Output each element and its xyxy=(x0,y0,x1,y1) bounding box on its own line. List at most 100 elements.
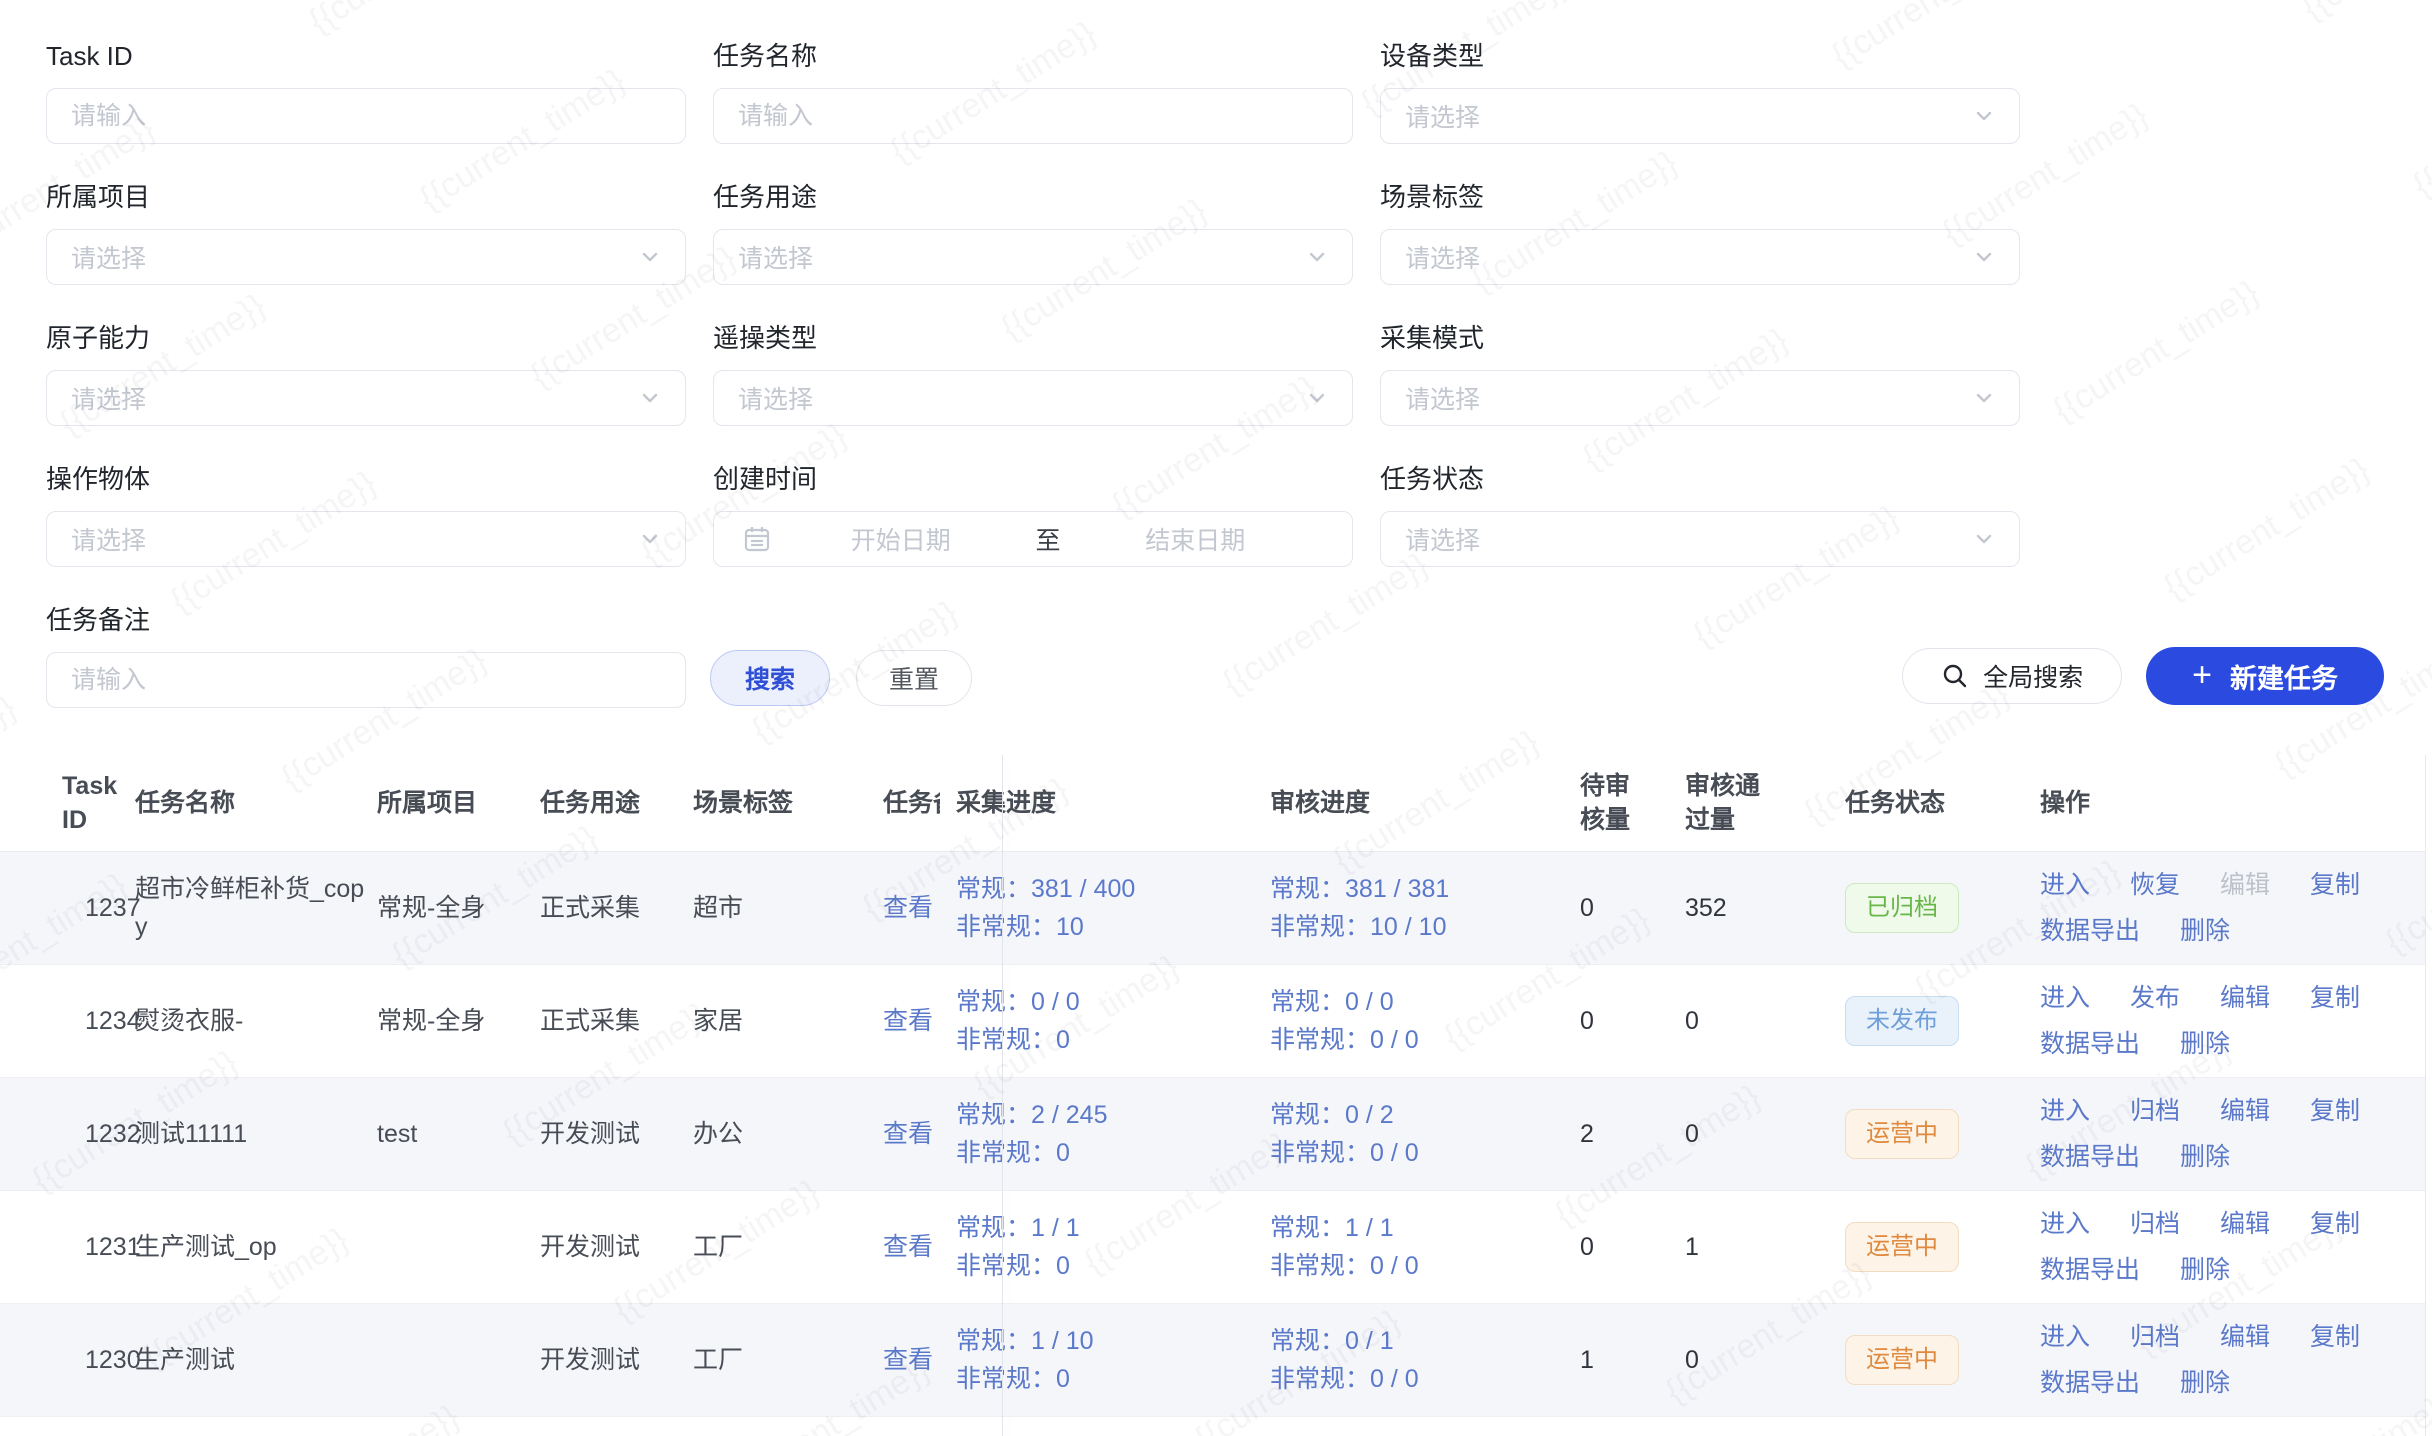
task-status-label: 任务状态 xyxy=(1380,463,2020,495)
atomic-ability-select[interactable]: 请选择 xyxy=(46,370,686,426)
action-delete[interactable]: 删除 xyxy=(2180,912,2230,950)
field-task-remark: 任务备注 xyxy=(46,604,686,708)
action-delete[interactable]: 删除 xyxy=(2180,1251,2230,1289)
cell-task-id: 1237 xyxy=(0,875,135,941)
chevron-down-icon xyxy=(1306,387,1328,409)
regular-label: 常规： xyxy=(956,1327,1031,1355)
field-task-status: 任务状态 请选择 xyxy=(1380,463,2020,567)
create-task-button[interactable]: + 新建任务 xyxy=(2146,647,2384,705)
start-date-input[interactable]: 开始日期 xyxy=(772,521,1030,557)
toolbar-buttons: 全局搜索 + 新建任务 xyxy=(1902,647,2384,705)
global-search-button[interactable]: 全局搜索 xyxy=(1902,648,2122,704)
action-enter[interactable]: 进入 xyxy=(2040,1205,2090,1243)
action-delete[interactable]: 删除 xyxy=(2180,1138,2230,1176)
task-status-select[interactable]: 请选择 xyxy=(1380,511,2020,567)
action-enter[interactable]: 进入 xyxy=(2040,1318,2090,1356)
view-remark-link[interactable]: 查看 xyxy=(883,1233,933,1261)
operate-object-select[interactable]: 请选择 xyxy=(46,511,686,567)
action-export[interactable]: 数据导出 xyxy=(2040,912,2140,950)
action-enter[interactable]: 进入 xyxy=(2040,979,2090,1017)
action-export[interactable]: 数据导出 xyxy=(2040,1251,2140,1289)
task-id-label: Task ID xyxy=(46,40,686,72)
scene-tag-label: 场景标签 xyxy=(1380,181,2020,213)
action-enter[interactable]: 进入 xyxy=(2040,1092,2090,1130)
teleop-type-select[interactable]: 请选择 xyxy=(713,370,1353,426)
action-archive[interactable]: 归档 xyxy=(2130,1205,2180,1243)
create-time-range-picker[interactable]: 开始日期 至 结束日期 xyxy=(713,511,1353,567)
end-date-input[interactable]: 结束日期 xyxy=(1067,521,1325,557)
cell-approved-count: 0 xyxy=(1685,1327,1845,1393)
reset-button[interactable]: 重置 xyxy=(856,650,972,706)
irregular-label: 非常规： xyxy=(956,1365,1056,1393)
action-edit[interactable]: 编辑 xyxy=(2220,979,2270,1017)
purpose-select[interactable]: 请选择 xyxy=(713,229,1353,285)
view-remark-link[interactable]: 查看 xyxy=(883,894,933,922)
view-remark-link[interactable]: 查看 xyxy=(883,1007,933,1035)
project-select[interactable]: 请选择 xyxy=(46,229,686,285)
review-regular-value: 1 / 1 xyxy=(1345,1214,1394,1242)
action-copy[interactable]: 复制 xyxy=(2310,1092,2360,1130)
view-remark-link[interactable]: 查看 xyxy=(883,1346,933,1374)
task-remark-input[interactable] xyxy=(47,653,685,707)
operate-object-placeholder: 请选择 xyxy=(71,521,146,557)
regular-label: 常规： xyxy=(956,1214,1031,1242)
action-edit[interactable]: 编辑 xyxy=(2220,1092,2270,1130)
row-actions: 进入 归档 编辑 复制数据导出 删除 xyxy=(2040,1191,2425,1303)
task-id-input[interactable] xyxy=(47,89,685,143)
irregular-label: 非常规： xyxy=(1270,1252,1370,1280)
cell-project xyxy=(377,1346,540,1374)
cell-collect-progress: 常规：0 / 0 非常规：0 xyxy=(940,969,1270,1073)
scene-tag-select[interactable]: 请选择 xyxy=(1380,229,2020,285)
action-enter[interactable]: 进入 xyxy=(2040,866,2090,904)
action-copy[interactable]: 复制 xyxy=(2310,1318,2360,1356)
action-delete[interactable]: 删除 xyxy=(2180,1025,2230,1063)
row-actions: 进入恢复编辑复制数据导出删除 xyxy=(2040,1417,2425,1436)
cell-purpose: 开发测试 xyxy=(540,1327,693,1393)
action-export[interactable]: 数据导出 xyxy=(2040,1025,2140,1063)
review-irregular-value: 0 / 0 xyxy=(1370,1026,1419,1054)
action-copy[interactable]: 复制 xyxy=(2310,1205,2360,1243)
teleop-type-label: 遥操类型 xyxy=(713,322,1353,354)
action-archive[interactable]: 归档 xyxy=(2130,1092,2180,1130)
review-irregular-value: 0 / 0 xyxy=(1370,1365,1419,1393)
action-archive[interactable]: 归档 xyxy=(2130,1318,2180,1356)
view-remark-link[interactable]: 查看 xyxy=(883,1120,933,1148)
header-collect: 采集进度 xyxy=(940,772,1270,834)
action-edit[interactable]: 编辑 xyxy=(2220,1205,2270,1243)
irregular-label: 非常规： xyxy=(956,1139,1056,1167)
action-edit: 编辑 xyxy=(2220,1431,2270,1436)
action-enter[interactable]: 进入 xyxy=(2040,1431,2090,1436)
table-row: 1234 熨烫衣服- 常规-全身 正式采集 家居 查看 常规：0 / 0 非常规… xyxy=(0,965,2425,1078)
action-export[interactable]: 数据导出 xyxy=(2040,1138,2140,1176)
device-type-select[interactable]: 请选择 xyxy=(1380,88,2020,144)
action-delete[interactable]: 删除 xyxy=(2180,1364,2230,1402)
collect-irregular-value: 0 xyxy=(1056,1026,1070,1054)
cell-task-id: 1234 xyxy=(0,988,135,1054)
header-scene: 场景标签 xyxy=(693,772,875,834)
collect-regular-value: 1 / 1 xyxy=(1031,1214,1080,1242)
action-copy[interactable]: 复制 xyxy=(2310,1431,2360,1436)
chevron-down-icon xyxy=(1306,246,1328,268)
action-edit[interactable]: 编辑 xyxy=(2220,1318,2270,1356)
action-restore[interactable]: 恢复 xyxy=(2130,1431,2180,1436)
cell-pending-count: 1 xyxy=(1580,1327,1685,1393)
action-export[interactable]: 数据导出 xyxy=(2040,1364,2140,1402)
status-badge: 运营中 xyxy=(1845,1222,1959,1272)
regular-label: 常规： xyxy=(956,875,1031,903)
action-restore[interactable]: 恢复 xyxy=(2130,866,2180,904)
collect-mode-select[interactable]: 请选择 xyxy=(1380,370,2020,426)
cell-scene: 家居 xyxy=(693,988,875,1054)
header-review: 审核进度 xyxy=(1270,772,1580,834)
action-copy[interactable]: 复制 xyxy=(2310,979,2360,1017)
task-name-input[interactable] xyxy=(714,89,1352,143)
header-project: 所属项目 xyxy=(377,772,540,834)
task-status-placeholder: 请选择 xyxy=(1405,521,1480,557)
task-remark-label: 任务备注 xyxy=(46,604,686,636)
action-copy[interactable]: 复制 xyxy=(2310,866,2360,904)
cell-collect-progress: 常规：1 / 10 非常规：0 xyxy=(940,1308,1270,1412)
action-publish[interactable]: 发布 xyxy=(2130,979,2180,1017)
date-separator: 至 xyxy=(1030,521,1067,557)
regular-label: 常规： xyxy=(1270,1327,1345,1355)
search-button[interactable]: 搜索 xyxy=(710,650,830,706)
cell-task-id: 1230 xyxy=(0,1327,135,1393)
